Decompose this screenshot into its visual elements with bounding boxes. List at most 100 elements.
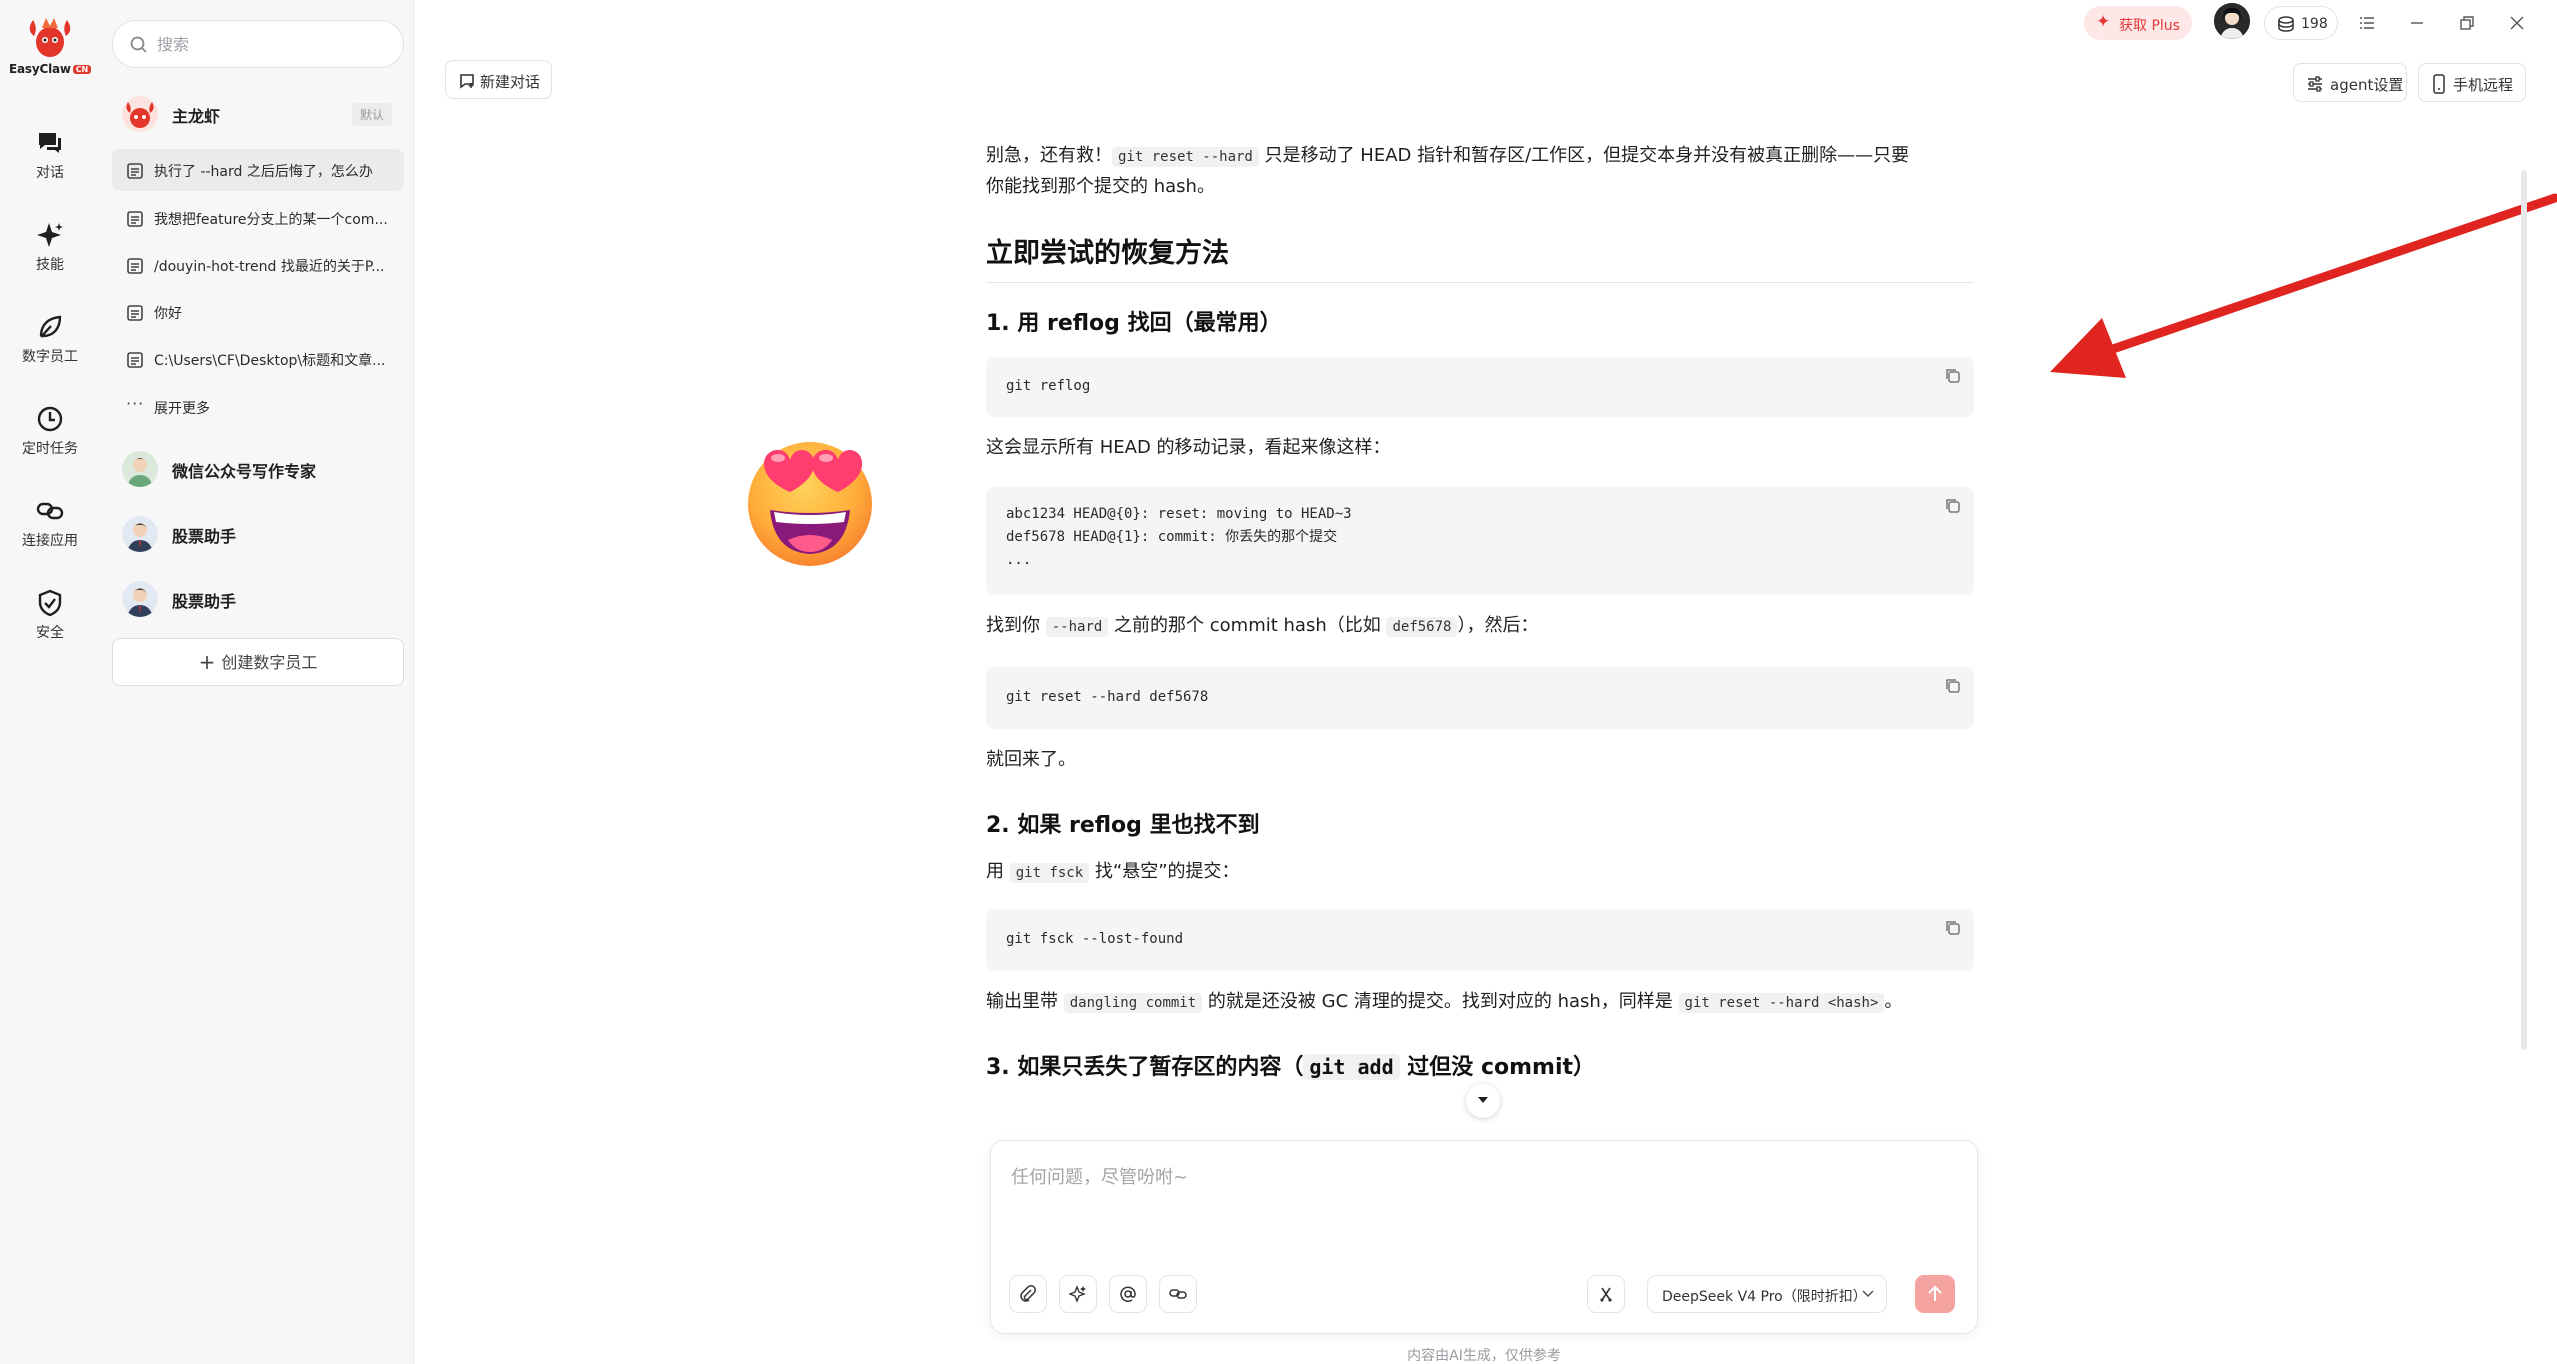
conversation-item[interactable]: /douyin-hot-trend 找最近的关于P... [112,244,404,286]
copy-icon[interactable] [1942,917,1964,939]
person-avatar-icon [127,458,153,487]
inline-code: git fsck [1009,863,1090,883]
lobster-avatar-icon [126,102,154,128]
rail-item-digital-staff[interactable]: 数字员工 [0,312,100,382]
link-button[interactable] [1159,1275,1197,1313]
conversation-item[interactable]: 我想把feature分支上的某一个com... [112,197,404,239]
close-button[interactable] [2500,6,2534,40]
agent-stock-assistant[interactable]: 股票助手 [112,573,404,625]
intro-paragraph: 别急，还有救！ git reset --hard 只是移动了 HEAD 指针和暂存… [986,145,1910,197]
attach-button[interactable] [1009,1275,1047,1313]
user-avatar[interactable] [2214,3,2250,39]
search-icon [130,36,147,53]
new-chat-button[interactable]: 新建对话 [445,60,552,99]
lobster-logo-icon [29,18,71,57]
section-heading: 立即尝试的恢复方法 [986,231,1974,283]
copy-icon[interactable] [1942,365,1964,387]
menu-button[interactable] [2350,6,2384,40]
code-block: abc1234 HEAD@{0}: reset: moving to HEAD~… [986,487,1974,595]
sparkle-icon: ✦ [2096,12,2111,32]
search-box[interactable] [112,20,404,68]
agent-name: 股票助手 [172,592,237,611]
conversation-sidebar: 主龙虾 默认 执行了 --hard 之后后悔了，怎么办 我想把feature分支… [100,0,414,1364]
rail-label: 定时任务 [22,441,78,457]
minimize-button[interactable] [2400,6,2434,40]
mention-button[interactable] [1109,1275,1147,1313]
message-composer: DeepSeek V4 Pro（限时折扣） [990,1140,1978,1334]
agent-main[interactable]: 主龙虾 默认 [112,88,404,140]
credits-badge[interactable]: 198 [2264,6,2338,40]
message-input[interactable] [1011,1163,1951,1223]
inline-code: git add [1303,1054,1400,1080]
coins-icon [2278,16,2294,32]
app-logo[interactable]: EasyClaw CN [6,14,94,88]
scroll-to-bottom-button[interactable] [1466,1084,1500,1118]
user-avatar-icon [2214,3,2250,39]
search-input[interactable] [157,33,387,55]
expand-more-button[interactable]: ··· 展开更多 [112,388,404,424]
rail-item-security[interactable]: 安全 [0,588,100,658]
paragraph: 用 git fsck 找“悬空”的提交： [986,861,1240,883]
copy-icon[interactable] [1942,495,1964,517]
mobile-remote-label: 手机远程 [2453,76,2514,94]
document-icon [127,258,143,274]
copy-icon[interactable] [1942,675,1964,697]
inline-code: git reset --hard <hash> [1678,993,1885,1013]
credits-value: 198 [2301,16,2328,32]
ai-disclaimer: 内容由AI生成，仅供参考 [1407,1348,1561,1364]
inline-code: --hard [1045,617,1109,637]
send-button[interactable] [1915,1275,1955,1313]
conversation-item[interactable]: C:\Users\CF\Desktop\标题和文章... [112,338,404,380]
avatar [122,451,158,487]
agent-name: 微信公众号写作专家 [172,462,317,481]
create-digital-staff-button[interactable]: + 创建数字员工 [112,638,404,686]
restore-button[interactable] [2450,6,2484,40]
model-select[interactable]: DeepSeek V4 Pro（限时折扣） [1647,1275,1887,1313]
rail-label: 对话 [36,165,64,181]
get-plus-button[interactable]: ✦ 获取 Plus [2084,6,2192,40]
avatar [122,581,158,617]
chat-icon [39,133,61,153]
person-avatar-icon [127,588,153,617]
scrollbar[interactable] [2521,170,2527,1050]
rail-item-skills[interactable]: 技能 [0,220,100,290]
leaf-icon [39,315,62,338]
rail-item-scheduled-tasks[interactable]: 定时任务 [0,404,100,474]
claw-icon [1600,1287,1612,1302]
mobile-remote-button[interactable]: 手机远程 [2418,63,2526,102]
document-icon [127,211,143,227]
code-text: abc1234 HEAD@{0}: reset: moving to HEAD~… [1006,506,1352,568]
person-avatar-icon [127,523,153,552]
phone-icon [2433,74,2445,94]
rail-item-chat[interactable]: 对话 [0,128,100,198]
avatar [122,516,158,552]
conversation-title: 你好 [154,306,182,322]
paragraph: 找到你 --hard 之前的那个 commit hash（比如 def5678）… [986,615,1539,637]
chevron-down-icon [1478,1097,1488,1103]
rail-item-connect-apps[interactable]: 连接应用 [0,496,100,566]
code-text: git fsck --lost-found [1006,931,1184,947]
get-plus-label: 获取 Plus [2119,18,2180,34]
paragraph: 就回来了。 [986,749,1076,770]
rail-label: 数字员工 [22,349,78,365]
step-1-heading: 1. 用 reflog 找回（最常用） [986,311,1282,336]
plus-icon: + [198,650,216,674]
skills-button[interactable] [1059,1275,1097,1313]
document-icon [127,163,143,179]
agent-settings-label: agent设置 [2330,76,2404,94]
agent-settings-button[interactable]: agent设置 [2293,63,2407,102]
chevron-down-icon [1862,1290,1874,1298]
conversation-item[interactable]: 执行了 --hard 之后后悔了，怎么办 [112,149,404,191]
conversation-item[interactable]: 你好 [112,291,404,333]
agent-wechat-writer[interactable]: 微信公众号写作专家 [112,443,404,495]
sparkle-icon [1069,1285,1086,1303]
restore-icon [2460,16,2474,30]
agent-stock-assistant[interactable]: 股票助手 [112,508,404,560]
expand-more-label: 展开更多 [154,401,210,417]
step-3-heading: 3. 如果只丢失了暂存区的内容（ git add 过但没 commit） [986,1054,1596,1080]
message-content: 别急，还有救！ git reset --hard 只是移动了 HEAD 指针和暂存… [986,135,1974,1095]
deep-think-button[interactable] [1587,1275,1625,1313]
brand-name: EasyClaw CN [6,62,94,76]
code-block: git reset --hard def5678 [986,667,1974,729]
rail-label: 连接应用 [22,533,78,549]
